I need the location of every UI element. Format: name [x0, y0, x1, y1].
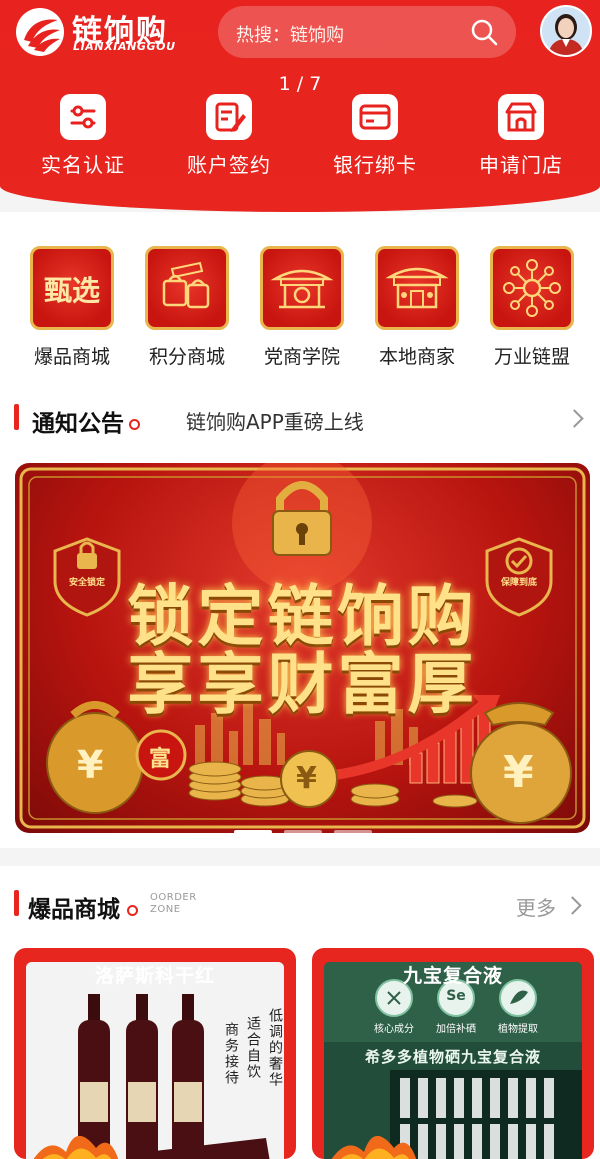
quick-action-verify[interactable]: 实名认证: [10, 94, 156, 178]
banner-indicator[interactable]: [15, 819, 590, 833]
product-card-supplement[interactable]: Se 核心成分 加倍补硒 植物提取 希多多植物硒九宝复合液 九宝复合液: [312, 948, 594, 1159]
category-alliance[interactable]: 万业链盟: [476, 246, 588, 369]
notice-bar[interactable]: 通知公告 链饷购APP重磅上线: [0, 386, 600, 450]
storefront-icon: [375, 246, 459, 330]
top-bar: 链饷购 LIANXIANGGOU 热搜：链饷购: [0, 0, 600, 64]
category-points-mall[interactable]: 积分商城: [131, 246, 243, 369]
category-hot-mall[interactable]: 甄选 爆品商城: [16, 246, 128, 369]
section-marker: [14, 890, 19, 916]
banner-dot[interactable]: [333, 830, 372, 833]
section-subtitle-line1: OORDER: [150, 892, 197, 903]
product-slogan: 希多多植物硒九宝复合液: [364, 1048, 541, 1066]
category-label: 党商学院: [263, 346, 340, 368]
notice-dot-icon: [129, 419, 140, 430]
feature-label: 核心成分: [374, 1024, 414, 1035]
quick-action-label: 申请门店: [479, 153, 563, 177]
product-tagline: 低调的奢华: [267, 1008, 283, 1088]
chevron-right-icon[interactable]: [565, 409, 584, 428]
banner-dot-active[interactable]: [233, 830, 272, 833]
pavilion-icon: [260, 246, 344, 330]
search-icon[interactable]: [470, 18, 498, 46]
category-party-school[interactable]: 党商学院: [246, 246, 358, 369]
quick-action-label: 账户签约: [187, 153, 271, 177]
avatar-portrait-icon: [542, 7, 590, 55]
logo-icon[interactable]: [14, 6, 66, 58]
quick-action-label: 实名认证: [41, 153, 125, 177]
product-tagline: 适合自饮: [245, 1016, 261, 1080]
quick-action-bank-card[interactable]: 银行绑卡: [302, 94, 448, 178]
feature-badge-se: Se: [446, 988, 466, 1004]
shopping-bags-icon: [145, 246, 229, 330]
avatar[interactable]: [540, 5, 592, 57]
chevron-right-icon[interactable]: [563, 896, 582, 915]
logo-subtext: LIANXIANGGOU: [73, 40, 176, 53]
bank-card-icon: [352, 94, 398, 140]
category-label: 爆品商城: [33, 346, 110, 368]
promo-banner[interactable]: 安全锁定 保障到底 锁定链饷购 享享财富厚 ¥ 富 ¥ ¥: [15, 463, 590, 833]
category-label: 万业链盟: [493, 346, 570, 368]
section-subtitle: OORDER ZONE: [150, 892, 197, 916]
category-local-merchants[interactable]: 本地商家: [361, 246, 473, 369]
quick-action-store[interactable]: 申请门店: [448, 94, 594, 178]
store-icon: [498, 94, 544, 140]
product-title: 九宝复合液: [402, 965, 503, 987]
quick-action-label: 银行绑卡: [333, 153, 417, 177]
section-title: 爆品商城: [28, 897, 120, 923]
feature-label: 加倍补硒: [436, 1024, 476, 1035]
product-title: 洛萨斯科干红: [94, 965, 215, 987]
feature-label: 植物提取: [498, 1024, 538, 1035]
hot-mall-icon: 甄选: [30, 246, 114, 330]
search-placeholder: 热搜：链饷购: [236, 25, 344, 46]
verify-icon: [60, 94, 106, 140]
section-subtitle-line2: ZONE: [150, 904, 181, 915]
quick-action-sign[interactable]: 账户签约: [156, 94, 302, 178]
banner-headline-line2: 享享财富厚: [127, 645, 478, 723]
notice-text[interactable]: 链饷购APP重磅上线: [186, 406, 364, 435]
sign-icon: [206, 94, 252, 140]
section-marker: [14, 404, 19, 430]
product-image: Se 核心成分 加倍补硒 植物提取 希多多植物硒九宝复合液: [324, 962, 582, 1159]
money-bag-glyph: ¥: [503, 747, 534, 798]
product-card-wine[interactable]: 商务接待 适合自饮 低调的奢华 洛萨斯科干红: [14, 948, 296, 1159]
banner-pager: 1 / 7: [278, 73, 322, 95]
more-link[interactable]: 更多: [516, 892, 556, 921]
product-image: 商务接待 适合自饮 低调的奢华: [26, 962, 284, 1159]
coin-glyph: ¥: [296, 761, 317, 796]
search-input[interactable]: 热搜：链饷购: [218, 6, 516, 58]
gold-bag-glyph: ¥: [77, 743, 104, 787]
hot-mall-icon-text: 甄选: [43, 274, 100, 307]
network-icon: [490, 246, 574, 330]
category-label: 积分商城: [148, 346, 225, 368]
product-tagline: 商务接待: [223, 1022, 239, 1086]
banner-dot[interactable]: [283, 830, 322, 833]
category-label: 本地商家: [378, 346, 455, 368]
notice-title: 通知公告: [32, 411, 124, 437]
section-dot-icon: [127, 905, 138, 916]
fu-seal-glyph: 富: [149, 747, 172, 772]
